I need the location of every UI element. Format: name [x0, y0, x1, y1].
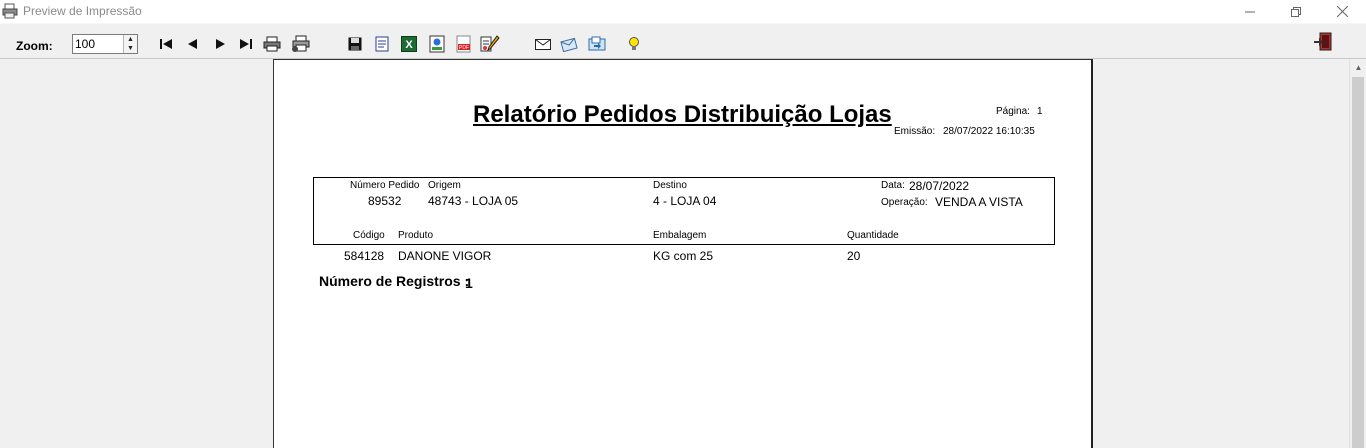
registros-label: Número de Registros :	[319, 273, 470, 289]
export-excel-button[interactable]: X	[399, 34, 419, 54]
exit-button[interactable]	[1313, 32, 1333, 52]
page-value: 1	[1037, 106, 1043, 117]
restore-icon	[1291, 6, 1301, 17]
edit-button[interactable]	[480, 34, 500, 54]
preview-viewport: Relatório Pedidos Distribuição Lojas Pág…	[0, 59, 1349, 448]
prev-page-button[interactable]	[182, 34, 202, 54]
prev-page-icon	[188, 39, 197, 49]
registros-value: 1	[465, 275, 473, 291]
print-icon	[263, 36, 281, 52]
column-header-codigo: Código	[353, 230, 385, 241]
destino-value: 4 - LOJA 04	[653, 194, 717, 208]
restore-button[interactable]	[1273, 0, 1319, 23]
numero-pedido-label: Número Pedido	[350, 180, 420, 191]
fax-button[interactable]	[587, 34, 607, 54]
origem-value: 48743 - LOJA 05	[428, 194, 519, 208]
scroll-thumb[interactable]	[1352, 77, 1364, 448]
email-icon	[535, 39, 551, 50]
emission-value: 28/07/2022 16:10:35	[943, 126, 1035, 137]
spin-down-icon[interactable]: ▼	[124, 44, 137, 53]
last-page-button[interactable]	[236, 34, 256, 54]
zoom-stepper[interactable]: ▲ ▼	[72, 34, 138, 54]
cell-produto: DANONE VIGOR	[398, 249, 492, 263]
fax-icon	[588, 36, 606, 51]
printer-app-icon	[2, 3, 18, 19]
next-page-button[interactable]	[211, 34, 231, 54]
export-rtf-button[interactable]	[372, 34, 392, 54]
first-page-button[interactable]	[156, 34, 176, 54]
last-page-icon	[240, 39, 252, 49]
data-label: Data:	[881, 180, 905, 191]
spin-up-icon[interactable]: ▲	[124, 35, 137, 44]
data-value: 28/07/2022	[909, 179, 970, 193]
save-icon	[348, 37, 362, 51]
title-bar: Preview de Impressão	[0, 0, 1366, 23]
operacao-value: VENDA A VISTA	[935, 195, 1023, 209]
print-setup-button[interactable]	[291, 34, 311, 54]
svg-text:PDF: PDF	[459, 45, 469, 51]
cell-embalagem: KG com 25	[653, 249, 714, 263]
export-pdf-icon: PDF	[456, 35, 471, 53]
zoom-label: Zoom:	[16, 39, 53, 53]
report-page: Relatório Pedidos Distribuição Lojas Pág…	[273, 59, 1091, 448]
zoom-input[interactable]	[73, 35, 123, 53]
print-button[interactable]	[262, 34, 282, 54]
emission-label: Emissão:	[894, 126, 936, 137]
export-rtf-icon	[375, 36, 389, 52]
email-send-icon	[560, 37, 578, 52]
svg-text:X: X	[405, 39, 413, 51]
page-label: Página:	[996, 106, 1030, 117]
window-title: Preview de Impressão	[23, 4, 142, 18]
tip-icon	[629, 37, 639, 50]
export-pdf-button[interactable]: PDF	[454, 34, 474, 54]
zoom-spin[interactable]: ▲ ▼	[123, 35, 137, 53]
column-header-quantidade: Quantidade	[847, 230, 899, 241]
minimize-button[interactable]	[1227, 0, 1273, 23]
close-button[interactable]	[1319, 0, 1365, 23]
report-title: Relatório Pedidos Distribuição Lojas	[473, 101, 892, 128]
toolbar: Zoom: ▲ ▼ X PDF	[0, 23, 1366, 59]
column-header-embalagem: Embalagem	[653, 230, 707, 241]
numero-pedido-value: 89532	[368, 194, 402, 208]
export-html-icon	[429, 35, 445, 53]
destino-label: Destino	[653, 180, 687, 191]
next-page-icon	[216, 39, 225, 49]
scroll-up-icon[interactable]: ▲	[1350, 59, 1366, 76]
first-page-icon	[160, 39, 172, 49]
email-button[interactable]	[533, 34, 553, 54]
export-html-button[interactable]	[427, 34, 447, 54]
email-send-button[interactable]	[560, 34, 580, 54]
cell-codigo: 584128	[344, 249, 385, 263]
export-excel-icon: X	[401, 36, 417, 52]
save-button[interactable]	[345, 34, 365, 54]
edit-icon	[480, 35, 500, 52]
print-setup-icon	[292, 35, 310, 52]
vertical-scrollbar[interactable]: ▲	[1349, 59, 1366, 448]
cell-quantidade: 20	[847, 249, 861, 263]
close-icon	[1336, 6, 1348, 17]
column-header-produto: Produto	[398, 230, 434, 241]
exit-icon	[1314, 32, 1332, 51]
minimize-icon	[1245, 11, 1255, 12]
tip-button[interactable]	[624, 34, 644, 54]
origem-label: Origem	[428, 180, 461, 191]
operacao-label: Operação:	[881, 197, 928, 208]
